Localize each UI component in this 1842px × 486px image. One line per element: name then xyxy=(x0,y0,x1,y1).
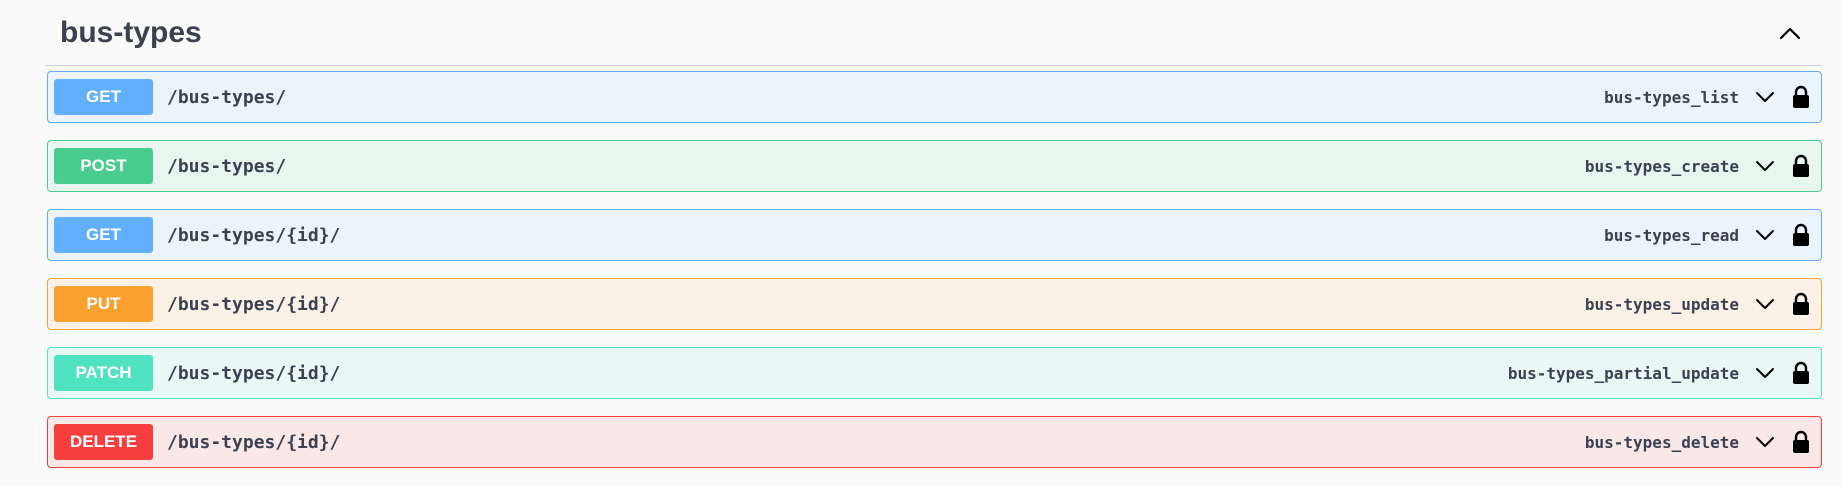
method-badge: DELETE xyxy=(54,424,153,460)
chevron-down-icon[interactable] xyxy=(1753,430,1777,454)
lock-icon[interactable] xyxy=(1791,360,1811,386)
operation-id: bus-types_read xyxy=(1604,225,1739,245)
operation-row[interactable]: DELETE /bus-types/{id}/ bus-types_delete xyxy=(47,416,1822,468)
lock-icon[interactable] xyxy=(1791,429,1811,455)
operation-path: /bus-types/ xyxy=(167,155,287,177)
chevron-down-icon[interactable] xyxy=(1753,223,1777,247)
lock-icon[interactable] xyxy=(1791,84,1811,110)
chevron-down-icon[interactable] xyxy=(1753,154,1777,178)
operation-id: bus-types_partial_update xyxy=(1507,363,1739,383)
method-badge: POST xyxy=(54,148,153,184)
operation-row[interactable]: POST /bus-types/ bus-types_create xyxy=(47,140,1822,192)
operation-path: /bus-types/{id}/ xyxy=(167,362,341,384)
chevron-down-icon[interactable] xyxy=(1753,361,1777,385)
method-badge: PUT xyxy=(54,286,153,322)
operation-id: bus-types_update xyxy=(1584,294,1739,314)
chevron-down-icon[interactable] xyxy=(1753,292,1777,316)
method-badge: GET xyxy=(54,79,153,115)
operation-id: bus-types_delete xyxy=(1584,432,1739,452)
operation-row[interactable]: PUT /bus-types/{id}/ bus-types_update xyxy=(47,278,1822,330)
operation-path: /bus-types/{id}/ xyxy=(167,431,341,453)
method-badge: GET xyxy=(54,217,153,253)
section-header[interactable]: bus-types xyxy=(46,0,1821,66)
lock-icon[interactable] xyxy=(1791,153,1811,179)
operation-row[interactable]: GET /bus-types/{id}/ bus-types_read xyxy=(47,209,1822,261)
operation-id: bus-types_create xyxy=(1584,156,1739,176)
operation-path: /bus-types/ xyxy=(167,86,287,108)
lock-icon[interactable] xyxy=(1791,291,1811,317)
operation-row[interactable]: GET /bus-types/ bus-types_list xyxy=(47,71,1822,123)
chevron-up-icon[interactable] xyxy=(1773,16,1807,50)
operation-row[interactable]: PATCH /bus-types/{id}/ bus-types_partial… xyxy=(47,347,1822,399)
operation-path: /bus-types/{id}/ xyxy=(167,224,341,246)
section-title: bus-types xyxy=(60,15,202,49)
lock-icon[interactable] xyxy=(1791,222,1811,248)
operation-path: /bus-types/{id}/ xyxy=(167,293,341,315)
operation-id: bus-types_list xyxy=(1604,87,1739,107)
chevron-down-icon[interactable] xyxy=(1753,85,1777,109)
operations-list: GET /bus-types/ bus-types_list POST /bus… xyxy=(47,71,1822,485)
swagger-section: bus-types GET /bus-types/ bus-types_list… xyxy=(0,0,1842,486)
method-badge: PATCH xyxy=(54,355,153,391)
